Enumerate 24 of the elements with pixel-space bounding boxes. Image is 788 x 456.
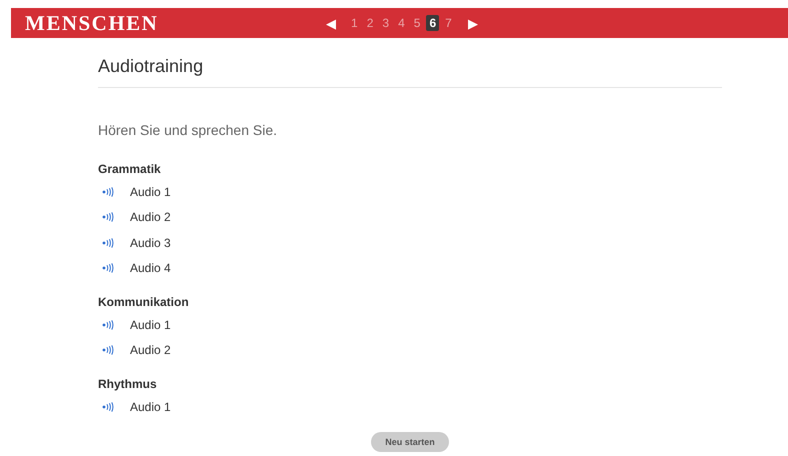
section-heading: Grammatik: [98, 162, 162, 176]
audio-link[interactable]: Audio 3: [130, 236, 171, 250]
speaker-icon[interactable]: [102, 402, 114, 412]
speaker-icon[interactable]: [102, 263, 114, 274]
section-heading: Kommunikation: [98, 295, 190, 309]
instruction-text: Hören Sie und sprechen Sie.: [98, 122, 278, 138]
speaker-icon[interactable]: [102, 238, 114, 248]
audio-link[interactable]: Audio 2: [130, 343, 171, 358]
speaker-icon[interactable]: [102, 345, 114, 356]
speaker-icon[interactable]: [102, 186, 114, 197]
next-page-button[interactable]: ▶: [468, 16, 478, 30]
speaker-icon[interactable]: [102, 320, 114, 330]
page-number[interactable]: 6: [426, 15, 440, 31]
section-heading: Rhythmus: [98, 377, 158, 391]
speaker-icon[interactable]: [102, 212, 114, 222]
previous-page-button[interactable]: ◀: [326, 16, 336, 30]
audio-link[interactable]: Audio 2: [130, 210, 171, 224]
audio-link[interactable]: Audio 4: [130, 261, 171, 276]
audio-link[interactable]: Audio 1: [130, 184, 171, 199]
page-title: Audiotraining: [98, 38, 722, 88]
audio-link[interactable]: Audio 1: [130, 318, 171, 332]
restart-button[interactable]: Neu starten: [371, 432, 449, 452]
logo: MENSCHEN: [25, 10, 160, 36]
audio-link[interactable]: Audio 1: [130, 400, 171, 414]
